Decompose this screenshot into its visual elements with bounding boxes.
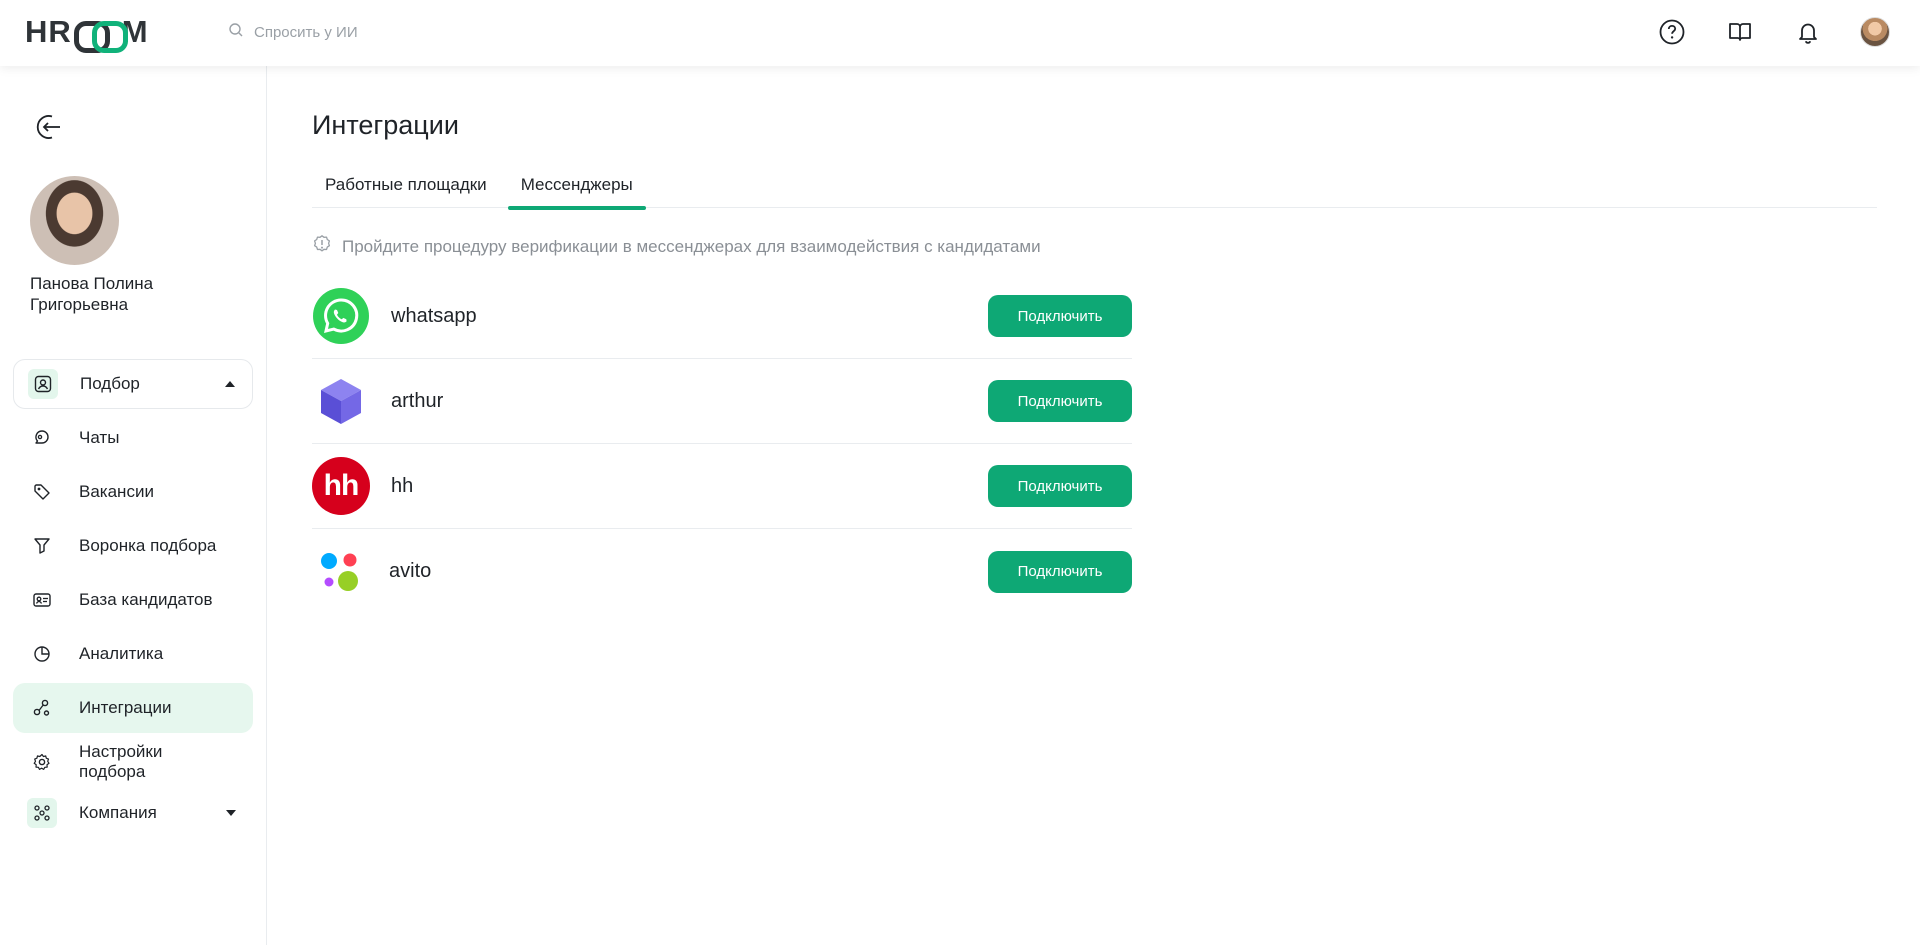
search-icon	[228, 22, 244, 42]
list-item: avito Подключить	[312, 529, 1132, 614]
verification-notice: Пройдите процедуру верификации в мессенд…	[312, 234, 1041, 259]
list-item: whatsapp Подключить	[312, 274, 1132, 359]
book-icon[interactable]	[1724, 16, 1756, 48]
tab-job-boards[interactable]: Работные площадки	[312, 170, 500, 208]
arthur-cube-icon	[312, 372, 370, 430]
tab-messengers[interactable]: Мессенджеры	[507, 170, 646, 210]
chat-icon	[31, 427, 53, 449]
integration-name: arthur	[391, 389, 444, 412]
hroom-logo[interactable]: HR M	[25, 14, 149, 53]
sidebar-item-label: Чаты	[79, 428, 120, 447]
sidebar-item-label: Подбор	[80, 374, 140, 393]
sidebar-item-analytics[interactable]: Аналитика	[13, 629, 253, 679]
integration-tabs: Работные площадки Мессенджеры	[312, 170, 1877, 210]
collapse-sidebar-button[interactable]	[33, 112, 63, 142]
id-card-icon	[31, 589, 53, 611]
connect-button[interactable]: Подключить	[988, 465, 1132, 507]
search-placeholder[interactable]: Спросить у ИИ	[254, 24, 358, 41]
connect-button[interactable]: Подключить	[988, 550, 1132, 593]
sidebar-nav: Подбор Чаты Вакансии Воронка подбора Баз…	[13, 359, 253, 839]
hh-logo-icon: hh	[312, 457, 370, 515]
sidebar-item-label: Вакансии	[79, 482, 154, 501]
list-item: hh hh Подключить	[312, 444, 1132, 529]
tag-icon	[31, 481, 53, 503]
help-icon[interactable]	[1656, 16, 1688, 48]
bell-icon[interactable]	[1792, 16, 1824, 48]
sidebar-item-candidates[interactable]: База кандидатов	[13, 575, 253, 625]
caret-down-icon[interactable]	[226, 810, 236, 816]
list-item: arthur Подключить	[312, 359, 1132, 444]
page-title: Интеграции	[312, 110, 459, 140]
notice-text: Пройдите процедуру верификации в мессенд…	[342, 236, 1041, 256]
connect-button[interactable]: Подключить	[988, 295, 1132, 337]
caret-up-icon[interactable]	[225, 381, 235, 387]
logo-oo-mark	[73, 21, 128, 53]
sidebar-item-label: Интеграции	[79, 698, 172, 717]
sidebar-item-chats[interactable]: Чаты	[13, 413, 253, 463]
sidebar-item-label: Аналитика	[79, 644, 164, 663]
sidebar-item-label: Воронка подбора	[79, 536, 217, 555]
integration-name: hh	[391, 474, 414, 497]
sidebar-item-recruitment-settings[interactable]: Настройки подбора	[13, 737, 253, 787]
gear-icon	[31, 751, 53, 773]
header-actions	[1656, 16, 1890, 48]
avito-logo-icon	[312, 543, 370, 601]
info-icon	[312, 234, 332, 259]
sidebar-item-integrations[interactable]: Интеграции	[13, 683, 253, 733]
sidebar-item-recruitment[interactable]: Подбор	[13, 359, 253, 409]
sidebar: Панова Полина Григорьевна Подбор Чаты Ва…	[0, 66, 267, 945]
sidebar-item-label: Компания	[79, 803, 157, 822]
ai-search[interactable]: Спросить у ИИ	[228, 22, 358, 42]
nodes-icon	[31, 697, 53, 719]
hh-logo-text: hh	[323, 469, 360, 502]
sidebar-item-funnel[interactable]: Воронка подбора	[13, 521, 253, 571]
integration-name: avito	[389, 560, 432, 582]
logo-text-hr: HR	[25, 14, 72, 49]
integrations-list: whatsapp Подключить arthur Подключить hh…	[312, 274, 1132, 614]
funnel-icon	[31, 535, 53, 557]
person-badge-icon	[28, 369, 58, 399]
sidebar-item-label: База кандидатов	[79, 590, 213, 609]
user-name: Панова Полина Григорьевна	[30, 274, 154, 314]
org-icon	[27, 798, 57, 828]
whatsapp-logo-icon	[312, 287, 370, 345]
sidebar-item-company[interactable]: Компания	[13, 791, 253, 835]
user-avatar[interactable]	[30, 176, 119, 265]
pie-chart-icon	[31, 643, 53, 665]
profile-avatar[interactable]	[1860, 17, 1890, 47]
back-arrow-icon	[36, 115, 60, 139]
sidebar-item-vacancies[interactable]: Вакансии	[13, 467, 253, 517]
connect-button[interactable]: Подключить	[988, 380, 1132, 422]
integration-name: whatsapp	[391, 304, 477, 327]
sidebar-item-label: Настройки подбора	[79, 742, 163, 781]
top-header: HR M Спросить у ИИ	[0, 0, 1920, 66]
